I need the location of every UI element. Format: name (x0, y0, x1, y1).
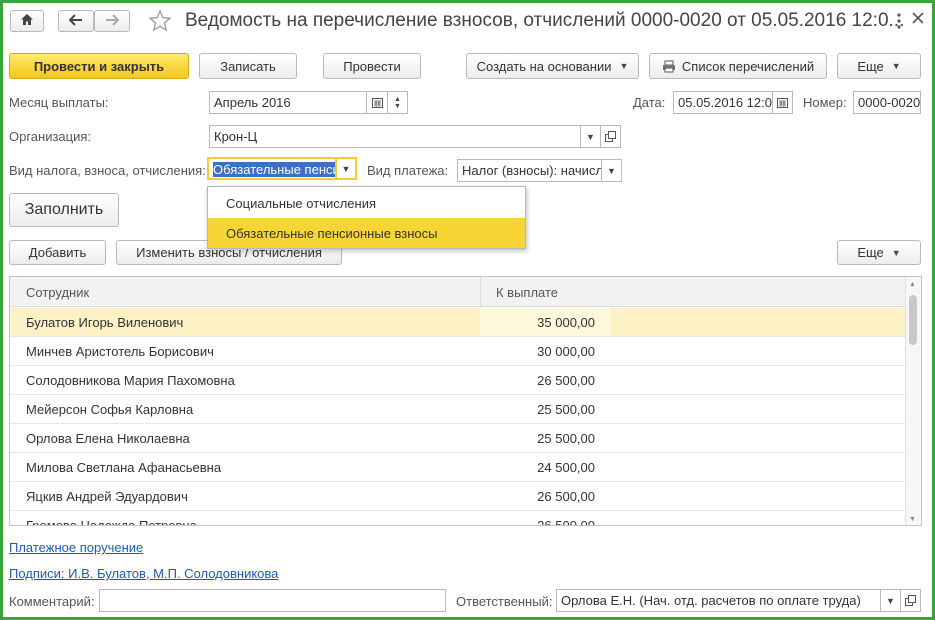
arrow-left-icon (68, 13, 83, 29)
organization-field[interactable]: Крон-Ц (209, 125, 581, 148)
chevron-down-icon: ▼ (619, 61, 629, 71)
dropdown-option-pension[interactable]: Обязательные пенсионные взносы (208, 218, 525, 248)
save-button[interactable]: Записать (199, 53, 297, 79)
employee-name-cell: Мейерсон Софья Карловна (26, 402, 194, 417)
star-icon[interactable] (148, 9, 172, 36)
table-row[interactable]: Милова Светлана Афанасьевна 24 500,00 (10, 453, 906, 482)
column-header-amount[interactable]: К выплате (496, 285, 558, 300)
tax-type-label: Вид налога, взноса, отчисления: (9, 163, 206, 178)
month-label: Месяц выплаты: (9, 95, 109, 110)
tax-type-dropdown: Социальные отчисления Обязательные пенси… (207, 186, 526, 249)
calendar-icon[interactable] (367, 91, 388, 114)
home-icon (20, 13, 34, 29)
month-stepper[interactable]: ▲ ▼ (388, 91, 408, 114)
scroll-down-icon[interactable]: ▼ (909, 516, 916, 523)
table-row[interactable]: Мейерсон Софья Карловна 25 500,00 (10, 395, 906, 424)
create-based-on-button[interactable]: Создать на основании ▼ (466, 53, 639, 79)
dropdown-option-social[interactable]: Социальные отчисления (208, 188, 525, 218)
employee-name-cell: Орлова Елена Николаевна (26, 431, 190, 446)
stepper-up-icon[interactable]: ▲ (394, 96, 401, 103)
table-row[interactable]: Орлова Елена Николаевна 25 500,00 (10, 424, 906, 453)
table-header: Сотрудник К выплате (10, 277, 906, 307)
tax-type-field[interactable]: Обязательные пенсионные взносы (207, 157, 337, 180)
forward-button[interactable] (94, 10, 130, 32)
table-row[interactable]: Яцкив Андрей Эдуардович 26 500,00 (10, 482, 906, 511)
amount-cell: 26 500,00 (537, 489, 595, 504)
arrow-right-icon (105, 13, 120, 29)
amount-cell: 26 500,00 (537, 373, 595, 388)
more-actions-button[interactable]: Еще ▼ (837, 53, 921, 79)
amount-cell: 24 500,00 (537, 460, 595, 475)
employee-name-cell: Солодовникова Мария Пахомовна (26, 373, 235, 388)
employee-name-cell: Булатов Игорь Виленович (26, 315, 184, 330)
chevron-down-icon: ▼ (891, 61, 901, 71)
add-row-button[interactable]: Добавить (9, 240, 106, 265)
printer-icon (662, 60, 676, 73)
date-field[interactable]: 05.05.2016 12:00:00 (673, 91, 773, 114)
vertical-dots-icon[interactable] (896, 12, 902, 33)
home-button[interactable] (10, 10, 44, 32)
close-icon[interactable] (911, 11, 925, 28)
post-and-close-button[interactable]: Провести и закрыть (9, 53, 189, 79)
fill-button[interactable]: Заполнить (9, 193, 119, 227)
comment-field[interactable] (99, 589, 446, 612)
amount-cell: 30 000,00 (537, 344, 595, 359)
table-row[interactable]: Минчев Аристотель Борисович 30 000,00 (10, 337, 906, 366)
table-more-button[interactable]: Еще ▼ (837, 240, 921, 265)
create-based-on-label: Создать на основании (476, 58, 612, 74)
open-icon[interactable] (601, 125, 621, 148)
chevron-down-icon: ▼ (891, 247, 901, 258)
window-title: Ведомость на перечисление взносов, отчис… (185, 10, 905, 31)
payment-order-link[interactable]: Платежное поручение (9, 540, 143, 555)
more-label: Еще (857, 58, 884, 74)
chevron-down-icon[interactable]: ▼ (581, 125, 601, 148)
calendar-icon[interactable] (773, 91, 793, 114)
open-icon[interactable] (901, 589, 921, 612)
number-label: Номер: (803, 95, 847, 110)
number-field[interactable]: 0000-0020 (853, 91, 921, 114)
post-button[interactable]: Провести (323, 53, 421, 79)
signatures-link[interactable]: Подписи: И.В. Булатов, М.П. Солодовников… (9, 566, 278, 581)
table-more-label: Еще (857, 245, 884, 260)
transfers-list-button[interactable]: Список перечислений (649, 53, 827, 79)
scroll-up-icon[interactable]: ▲ (909, 281, 916, 288)
back-button[interactable] (58, 10, 94, 32)
chevron-down-icon[interactable]: ▼ (337, 157, 357, 180)
employee-name-cell: Громова Надежда Петровна (26, 518, 197, 526)
month-field[interactable]: Апрель 2016 (209, 91, 367, 114)
organization-label: Организация: (9, 129, 92, 144)
stepper-down-icon[interactable]: ▼ (394, 103, 401, 110)
payment-type-label: Вид платежа: (367, 163, 449, 178)
employees-table: Сотрудник К выплате Булатов Игорь Вилено… (9, 276, 922, 526)
responsible-field[interactable]: Орлова Е.Н. (Нач. отд. расчетов по оплат… (556, 589, 881, 612)
employee-name-cell: Минчев Аристотель Борисович (26, 344, 214, 359)
comment-label: Комментарий: (9, 594, 95, 609)
table-row[interactable]: Солодовникова Мария Пахомовна 26 500,00 (10, 366, 906, 395)
amount-cell: 26 500,00 (537, 518, 595, 526)
column-header-employee[interactable]: Сотрудник (26, 285, 89, 300)
employee-name-cell: Яцкив Андрей Эдуардович (26, 489, 188, 504)
amount-cell: 35 000,00 (537, 315, 595, 330)
table-scrollbar[interactable]: ▲ ▼ (905, 277, 921, 525)
amount-cell: 25 500,00 (537, 431, 595, 446)
date-label: Дата: (633, 95, 666, 110)
chevron-down-icon[interactable]: ▼ (881, 589, 901, 612)
scroll-thumb[interactable] (909, 295, 917, 345)
tax-type-value: Обязательные пенсионные взносы (213, 162, 335, 177)
responsible-label: Ответственный: (456, 594, 553, 609)
payment-type-field[interactable]: Налог (взносы): начислено / уплачено (457, 159, 602, 182)
employee-name-cell: Милова Светлана Афанасьевна (26, 460, 222, 475)
column-divider (480, 277, 481, 307)
chevron-down-icon[interactable]: ▼ (602, 159, 622, 182)
table-row[interactable]: Булатов Игорь Виленович 35 000,00 (10, 308, 906, 337)
table-row[interactable]: Громова Надежда Петровна 26 500,00 (10, 511, 906, 526)
transfers-list-label: Список перечислений (681, 58, 815, 74)
amount-cell: 25 500,00 (537, 402, 595, 417)
